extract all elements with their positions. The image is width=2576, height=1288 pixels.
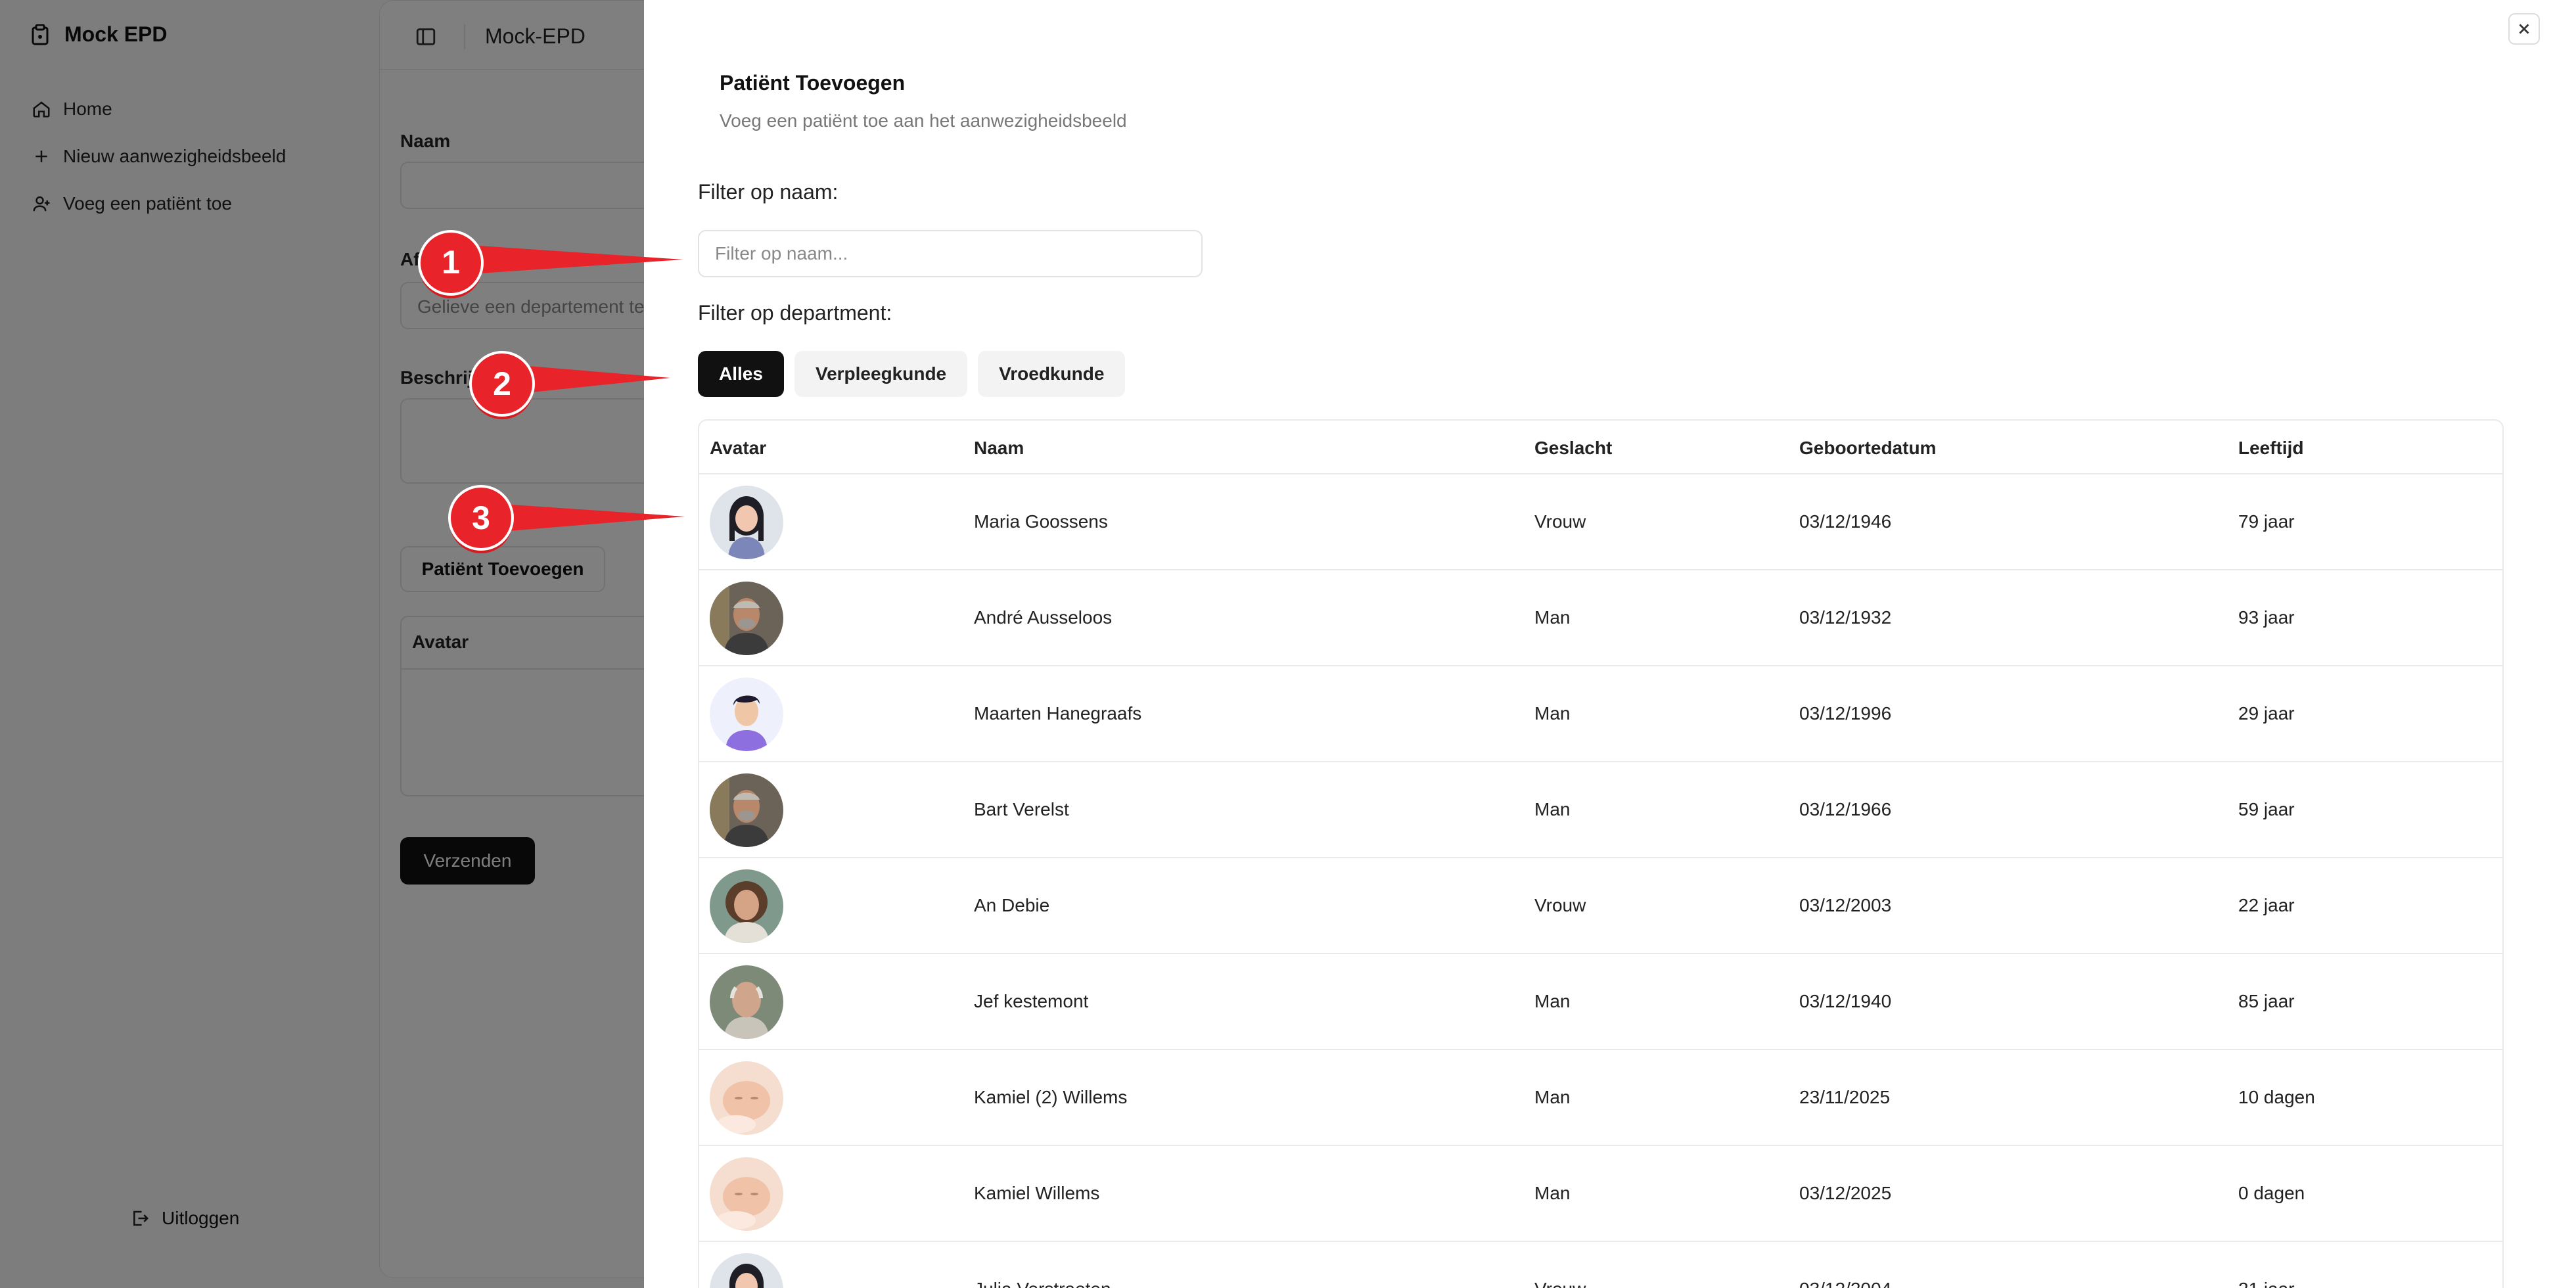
avatar bbox=[710, 773, 783, 847]
table-row[interactable]: André Ausseloos Man 03/12/1932 93 jaar bbox=[699, 570, 2502, 666]
cell-geboortedatum: 03/12/1932 bbox=[1799, 607, 1892, 628]
table-row[interactable]: Maria Goossens Vrouw 03/12/1946 79 jaar bbox=[699, 474, 2502, 570]
cell-geslacht: Man bbox=[1534, 703, 1571, 724]
cell-geboortedatum: 03/12/2025 bbox=[1799, 1183, 1892, 1203]
cell-geslacht: Man bbox=[1534, 991, 1571, 1011]
table-row[interactable]: Maarten Hanegraafs Man 03/12/1996 29 jaar bbox=[699, 666, 2502, 762]
cell-geboortedatum: 03/12/2003 bbox=[1799, 895, 1892, 915]
avatar bbox=[710, 678, 783, 751]
column-header-geboortedatum: Geboortedatum bbox=[1799, 438, 1937, 458]
table-row[interactable]: Julia Verstraeten Vrouw 03/12/2004 21 jaar bbox=[699, 1242, 2502, 1288]
cell-leeftijd: 59 jaar bbox=[2238, 799, 2295, 819]
cell-naam: Jef kestemont bbox=[974, 991, 1089, 1011]
table-row[interactable]: Kamiel Willems Man 03/12/2025 0 dagen bbox=[699, 1146, 2502, 1242]
cell-leeftijd: 21 jaar bbox=[2238, 1279, 2295, 1288]
table-header: Avatar Naam Geslacht Geboortedatum Leeft… bbox=[699, 421, 2502, 474]
cell-geboortedatum: 03/12/1996 bbox=[1799, 703, 1892, 724]
cell-naam: An Debie bbox=[974, 895, 1050, 915]
table-row[interactable]: Kamiel (2) Willems Man 23/11/2025 10 dagen bbox=[699, 1050, 2502, 1146]
cell-geslacht: Man bbox=[1534, 799, 1571, 819]
cell-naam: Kamiel (2) Willems bbox=[974, 1087, 1128, 1107]
column-header-avatar: Avatar bbox=[710, 438, 767, 458]
cell-leeftijd: 10 dagen bbox=[2238, 1087, 2315, 1107]
avatar bbox=[710, 1157, 783, 1231]
avatar bbox=[710, 1253, 783, 1288]
filter-name-input[interactable] bbox=[698, 230, 1203, 277]
table-row[interactable]: Jef kestemont Man 03/12/1940 85 jaar bbox=[699, 954, 2502, 1050]
table-body: Maria Goossens Vrouw 03/12/1946 79 jaar Andr… bbox=[699, 474, 2502, 1288]
cell-geslacht: Man bbox=[1534, 607, 1571, 628]
filter-name-label: Filter op naam: bbox=[698, 180, 839, 204]
cell-naam: Maarten Hanegraafs bbox=[974, 703, 1142, 724]
cell-leeftijd: 85 jaar bbox=[2238, 991, 2295, 1011]
cell-naam: André Ausseloos bbox=[974, 607, 1113, 628]
cell-geslacht: Vrouw bbox=[1534, 895, 1586, 915]
cell-geboortedatum: 23/11/2025 bbox=[1799, 1087, 1891, 1107]
column-header-leeftijd: Leeftijd bbox=[2238, 438, 2304, 458]
department-filter-vroedkunde[interactable]: Vroedkunde bbox=[978, 351, 1126, 397]
department-filter-alles[interactable]: Alles bbox=[698, 351, 784, 397]
department-filter-verpleegkunde[interactable]: Verpleegkunde bbox=[794, 351, 968, 397]
cell-leeftijd: 79 jaar bbox=[2238, 511, 2295, 532]
cell-geslacht: Vrouw bbox=[1534, 1279, 1586, 1288]
cell-geboortedatum: 03/12/2004 bbox=[1799, 1279, 1891, 1288]
cell-geboortedatum: 03/12/1940 bbox=[1799, 991, 1892, 1011]
add-patient-sheet: Patiënt Toevoegen Voeg een patiënt toe a… bbox=[644, 0, 2576, 1288]
close-icon bbox=[2519, 24, 2529, 34]
cell-geslacht: Man bbox=[1534, 1087, 1571, 1107]
cell-naam: Bart Verelst bbox=[974, 799, 1069, 819]
cell-geslacht: Man bbox=[1534, 1183, 1571, 1203]
cell-leeftijd: 22 jaar bbox=[2238, 895, 2295, 915]
cell-leeftijd: 0 dagen bbox=[2238, 1183, 2305, 1203]
sheet-title: Patiënt Toevoegen bbox=[720, 71, 906, 95]
cell-geslacht: Vrouw bbox=[1534, 511, 1586, 532]
close-button[interactable] bbox=[2508, 13, 2540, 45]
cell-naam: Maria Goossens bbox=[974, 511, 1108, 532]
cell-geboortedatum: 03/12/1966 bbox=[1799, 799, 1892, 819]
department-filter-group: Alles Verpleegkunde Vroedkunde bbox=[698, 351, 1126, 397]
sheet-description: Voeg een patiënt toe aan het aanwezighei… bbox=[720, 110, 1127, 131]
patients-table: Avatar Naam Geslacht Geboortedatum Leeft… bbox=[698, 419, 2504, 1288]
avatar bbox=[710, 486, 783, 559]
cell-leeftijd: 93 jaar bbox=[2238, 607, 2295, 628]
column-header-geslacht: Geslacht bbox=[1534, 438, 1613, 458]
avatar bbox=[710, 965, 783, 1039]
cell-geboortedatum: 03/12/1946 bbox=[1799, 511, 1892, 532]
column-header-naam: Naam bbox=[974, 438, 1024, 458]
filter-department-label: Filter op department: bbox=[698, 301, 892, 325]
avatar bbox=[710, 1061, 783, 1135]
table-row[interactable]: An Debie Vrouw 03/12/2003 22 jaar bbox=[699, 858, 2502, 954]
cell-naam: Kamiel Willems bbox=[974, 1183, 1100, 1203]
avatar bbox=[710, 582, 783, 655]
avatar bbox=[710, 869, 783, 943]
cell-leeftijd: 29 jaar bbox=[2238, 703, 2295, 724]
table-row[interactable]: Bart Verelst Man 03/12/1966 59 jaar bbox=[699, 762, 2502, 858]
cell-naam: Julia Verstraeten bbox=[974, 1279, 1111, 1288]
